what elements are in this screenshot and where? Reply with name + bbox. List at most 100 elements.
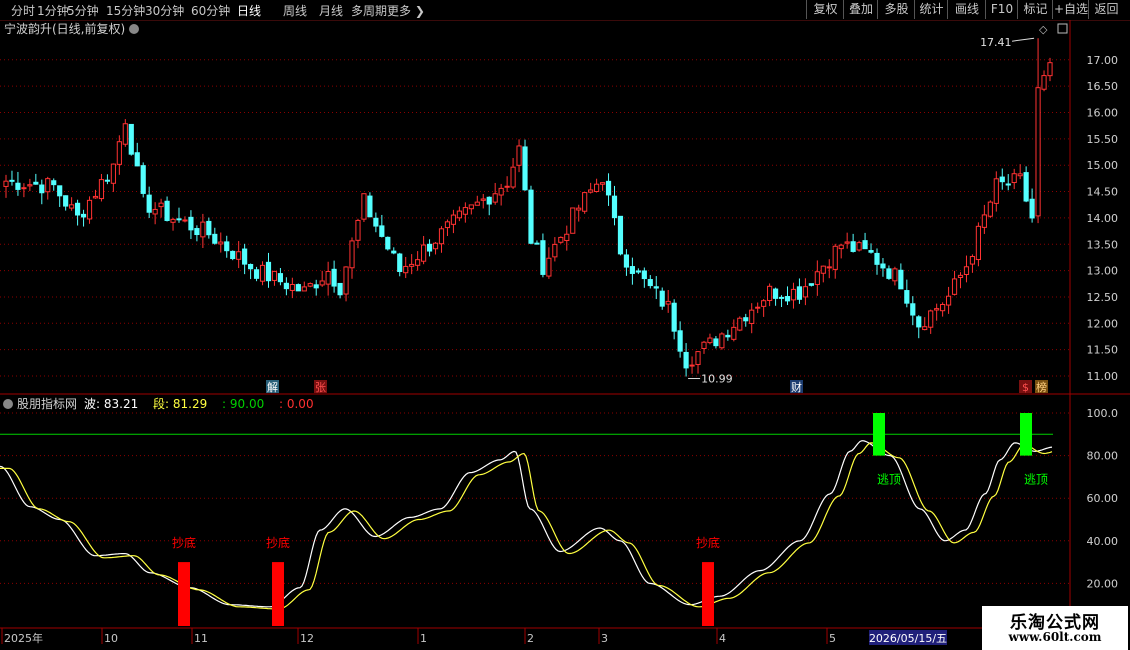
candle-body bbox=[218, 241, 224, 245]
candle-body bbox=[743, 317, 749, 322]
period-tab-1min[interactable]: 1分钟 bbox=[37, 2, 69, 19]
period-tab-weekly[interactable]: 周线 bbox=[283, 2, 307, 19]
candle-body bbox=[295, 284, 301, 292]
price-tick-label: 15.00 bbox=[1087, 159, 1119, 172]
candle-body bbox=[134, 152, 140, 167]
candle-body bbox=[51, 180, 57, 186]
candle-body bbox=[27, 184, 33, 187]
period-tab-timeshare[interactable]: 分时 bbox=[11, 2, 35, 19]
price-tick-label: 16.00 bbox=[1087, 107, 1119, 120]
low-price-label: 10.99 bbox=[701, 373, 733, 386]
buy-signal-bar bbox=[272, 562, 284, 626]
indicator-menu-icon bbox=[3, 399, 13, 409]
candle-body bbox=[33, 181, 39, 185]
candle-body bbox=[1041, 75, 1047, 90]
period-tab-daily[interactable]: 日线 bbox=[237, 2, 261, 19]
candle-body bbox=[516, 145, 522, 166]
candle-body bbox=[504, 185, 510, 188]
candle-body bbox=[1005, 183, 1011, 186]
candle-body bbox=[403, 265, 409, 274]
candle-body bbox=[313, 284, 319, 289]
mark-button[interactable]: 标记 bbox=[1017, 0, 1053, 19]
candle-body bbox=[122, 123, 128, 145]
period-tab-multi[interactable]: 多周期 bbox=[351, 2, 387, 19]
candle-body bbox=[277, 273, 284, 283]
candle-body bbox=[671, 302, 677, 332]
candle-body bbox=[778, 296, 785, 299]
price-tick-label: 13.50 bbox=[1087, 238, 1119, 251]
period-tab-60min[interactable]: 60分钟 bbox=[191, 2, 230, 19]
candle-body bbox=[796, 286, 803, 300]
segment-line bbox=[0, 442, 1053, 610]
candle-body bbox=[701, 341, 707, 349]
period-tab-15min[interactable]: 15分钟 bbox=[106, 2, 145, 19]
candle-body bbox=[236, 251, 242, 260]
candle-body bbox=[1029, 198, 1035, 219]
candle-body bbox=[916, 316, 922, 328]
overlay-button[interactable]: 叠加 bbox=[843, 0, 878, 19]
f10-button[interactable]: F10 bbox=[985, 0, 1018, 19]
candle-body bbox=[248, 263, 254, 270]
panel-toggle-icon bbox=[1057, 23, 1068, 34]
candle-body bbox=[975, 225, 981, 261]
candle-body bbox=[1023, 172, 1029, 202]
indicator-tick-label: 80.00 bbox=[1087, 450, 1119, 463]
candle-body bbox=[39, 184, 45, 194]
candle-body bbox=[224, 241, 230, 252]
candle-body bbox=[820, 265, 826, 274]
candle-body bbox=[951, 278, 958, 295]
candle-body bbox=[128, 123, 134, 155]
period-tab-5min[interactable]: 5分钟 bbox=[67, 2, 99, 19]
add-favorite-button[interactable]: +自选 bbox=[1052, 0, 1089, 19]
buy-signal-label: 抄底 bbox=[172, 535, 196, 550]
date-label: 12 bbox=[300, 632, 314, 645]
candle-body bbox=[3, 180, 9, 187]
candle-body bbox=[80, 213, 87, 218]
candle-body bbox=[528, 189, 534, 244]
candle-body bbox=[164, 200, 170, 221]
candle-body bbox=[928, 310, 934, 328]
candle-body bbox=[57, 185, 63, 197]
candle-body bbox=[110, 163, 116, 184]
candle-body bbox=[301, 286, 307, 292]
period-tab-more[interactable]: 更多 ❯ bbox=[387, 2, 425, 19]
candle-body bbox=[570, 207, 576, 234]
candle-body bbox=[492, 193, 498, 203]
candle-body bbox=[230, 250, 236, 260]
price-tick-label: 12.00 bbox=[1087, 317, 1119, 330]
candle-body bbox=[343, 266, 349, 295]
candle-body bbox=[862, 240, 868, 250]
candle-body bbox=[182, 219, 188, 222]
candle-body bbox=[957, 274, 964, 278]
candle-body bbox=[713, 338, 719, 347]
period-tab-30min[interactable]: 30分钟 bbox=[145, 2, 184, 19]
candle-body bbox=[707, 337, 713, 344]
candle-body bbox=[850, 241, 856, 252]
price-tick-label: 13.00 bbox=[1087, 265, 1119, 278]
back-button[interactable]: 返回 bbox=[1088, 0, 1124, 19]
candle-body bbox=[450, 214, 457, 225]
candle-body bbox=[200, 221, 206, 238]
restore-right-button[interactable]: 复权 bbox=[806, 0, 844, 19]
event-marker-label: 财 bbox=[791, 380, 802, 394]
candle-body bbox=[826, 266, 832, 269]
candle-body bbox=[945, 295, 952, 306]
candle-body bbox=[981, 214, 987, 228]
draw-line-button[interactable]: 画线 bbox=[947, 0, 986, 19]
toolbar: 分时 1分钟 5分钟 15分钟 30分钟 60分钟 日线 周线 月线 多周期 更多 ❯ 复权 叠加 多股统… bbox=[0, 0, 1130, 21]
candle-body bbox=[188, 216, 194, 231]
candle-body bbox=[486, 196, 492, 205]
indicator-value-2: : 90.00 bbox=[222, 397, 264, 411]
candle-body bbox=[689, 364, 695, 367]
candle-body bbox=[749, 309, 755, 324]
statistics-button[interactable]: 统计 bbox=[914, 0, 948, 19]
candle-body bbox=[856, 242, 862, 251]
candle-body bbox=[319, 280, 325, 286]
candle-body bbox=[421, 244, 427, 262]
multi-stock-button[interactable]: 多股 bbox=[877, 0, 915, 19]
candle-body bbox=[892, 268, 898, 282]
period-tab-monthly[interactable]: 月线 bbox=[319, 2, 343, 19]
sell-signal-label: 逃顶 bbox=[1024, 473, 1048, 487]
price-tick-label: 11.50 bbox=[1087, 344, 1119, 357]
candle-body bbox=[176, 218, 182, 221]
